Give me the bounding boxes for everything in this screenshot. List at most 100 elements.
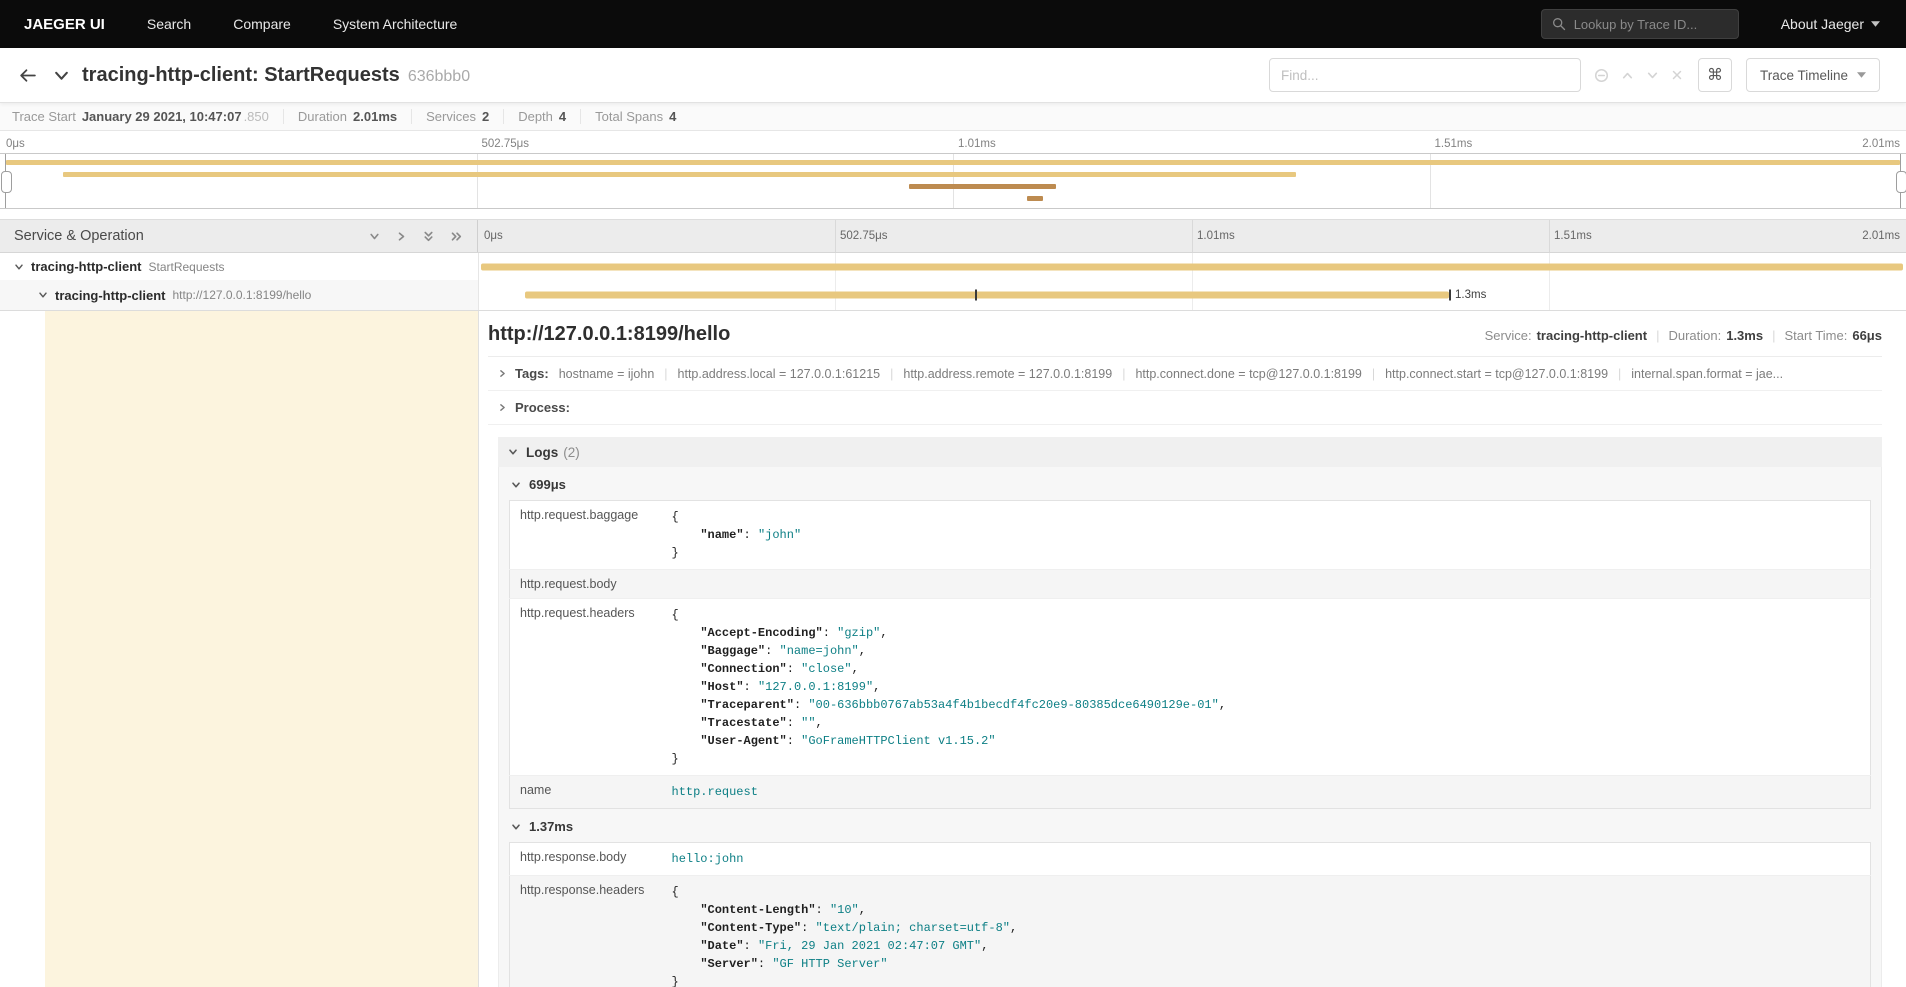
trace-title-text: tracing-http-client: StartRequests [82, 64, 400, 86]
log-timestamp: 1.37ms [529, 819, 573, 834]
tag-summary-item: internal.span.format = jae... [1608, 367, 1783, 381]
log-entry-header[interactable]: 699μs [509, 467, 1871, 500]
kv-value [662, 570, 1871, 599]
kv-row[interactable]: http.response.headers{ "Content-Length":… [510, 876, 1871, 987]
about-jaeger-label: About Jaeger [1781, 16, 1864, 32]
timeline-tick-label: 0μs [484, 230, 503, 242]
log-entry-header[interactable]: 1.37ms [509, 809, 1871, 842]
timeline-tick-label: 1.01ms [1197, 230, 1235, 242]
kv-key: http.response.body [510, 843, 662, 876]
expand-collapse-controls [369, 230, 463, 243]
span-service-name: tracing-http-client [55, 288, 166, 303]
span-track[interactable] [478, 253, 1906, 280]
span-detail-title: http://127.0.0.1:8199/hello [488, 323, 730, 346]
trace-view-label: Trace Timeline [1760, 68, 1848, 83]
trace-id-lookup-input[interactable] [1574, 17, 1728, 32]
service-operation-title: Service & Operation [14, 228, 144, 244]
kv-key: http.request.baggage [510, 501, 662, 570]
timeline-tick-label: 502.75μs [482, 138, 530, 150]
caret-down-icon [1857, 72, 1866, 78]
collapse-trace-detail-toggle[interactable] [44, 58, 78, 92]
timeline-gridline [835, 220, 836, 252]
kv-row[interactable]: http.request.headers{ "Accept-Encoding":… [510, 599, 1871, 776]
kv-row[interactable]: http.request.body [510, 570, 1871, 599]
about-jaeger-menu[interactable]: About Jaeger [1781, 16, 1880, 32]
minimap-right-scrubber[interactable] [1900, 154, 1901, 208]
logs-count: (2) [563, 445, 580, 460]
span-operation-name: http://127.0.0.1:8199/hello [173, 288, 312, 302]
process-label: Process: [515, 400, 570, 415]
trace-page-header: tracing-http-client: StartRequests636bbb… [0, 48, 1906, 103]
kv-key: http.response.headers [510, 876, 662, 987]
focus-matches-icon[interactable] [1594, 68, 1609, 83]
chevron-right-icon [498, 369, 507, 378]
log-marker [1449, 290, 1451, 301]
back-button[interactable] [10, 58, 44, 92]
kv-row[interactable]: http.response.bodyhello:john [510, 843, 1871, 876]
services-stat: Services 2 [412, 109, 504, 124]
timeline-tick-label: 1.51ms [1435, 138, 1473, 150]
span-duration-label: 1.3ms [1455, 289, 1486, 301]
caret-down-icon [1871, 21, 1880, 27]
key-values-table: http.response.bodyhello:johnhttp.respons… [509, 842, 1871, 987]
kv-value: { "name": "john"} [662, 501, 1871, 570]
back-arrow-icon [18, 66, 37, 85]
kv-value: { "Accept-Encoding": "gzip", "Baggage": … [662, 599, 1871, 776]
expand-all-icon[interactable] [450, 231, 463, 242]
span-detail-section: http://127.0.0.1:8199/hello Service:trac… [0, 311, 1906, 987]
minimap-span-bar [6, 160, 1901, 165]
span-name-cell[interactable]: tracing-http-client http://127.0.0.1:819… [0, 280, 478, 310]
log-entry: 699μs http.request.baggage{ "name": "joh… [509, 467, 1871, 809]
duration-stat: Duration 2.01ms [284, 109, 412, 124]
service-operation-header: Service & Operation [0, 220, 478, 252]
kv-row[interactable]: http.request.baggage{ "name": "john"} [510, 501, 1871, 570]
span-bar[interactable] [525, 292, 1449, 299]
find-input[interactable] [1269, 58, 1581, 92]
chevron-down-icon[interactable] [14, 262, 24, 272]
nav-item-search[interactable]: Search [147, 16, 191, 32]
prev-match-icon[interactable] [1621, 69, 1634, 82]
expand-one-icon[interactable] [396, 231, 407, 242]
trace-view-dropdown[interactable]: Trace Timeline [1746, 58, 1880, 92]
tag-summary-item: hostname = ijohn [559, 367, 655, 381]
kv-row[interactable]: namehttp.request [510, 776, 1871, 809]
chevron-down-icon[interactable] [38, 290, 48, 300]
next-match-icon[interactable] [1646, 69, 1659, 82]
span-color-column[interactable] [45, 311, 478, 987]
minimap-canvas[interactable] [0, 153, 1906, 209]
collapse-one-icon[interactable] [369, 231, 380, 242]
tags-label: Tags: [515, 366, 549, 381]
timeline-tick-label: 2.01ms [1862, 230, 1900, 242]
span-name-cell[interactable]: tracing-http-client StartRequests [0, 253, 478, 280]
timeline-tick-header: 0μs 502.75μs 1.01ms 1.51ms 2.01ms [478, 220, 1906, 252]
span-row-startrequests[interactable]: tracing-http-client StartRequests [0, 253, 1906, 280]
trace-minimap: 0μs 502.75μs 1.01ms 1.51ms 2.01ms [0, 131, 1906, 209]
nav-item-system-architecture[interactable]: System Architecture [333, 16, 458, 32]
command-key-icon: ⌘ [1707, 65, 1723, 85]
tags-accordion[interactable]: Tags: hostname = ijohnhttp.address.local… [488, 357, 1882, 391]
meta-separator: | [1647, 328, 1668, 343]
span-detail-header: http://127.0.0.1:8199/hello Service:trac… [488, 323, 1882, 346]
logs-accordion-header[interactable]: Logs (2) [498, 437, 1882, 467]
kv-key: name [510, 776, 662, 809]
tags-summary: hostname = ijohnhttp.address.local = 127… [559, 366, 1783, 381]
depth-stat: Depth 4 [504, 109, 581, 124]
chevron-right-icon [498, 403, 507, 412]
timeline-tick-label: 0μs [6, 138, 25, 150]
minimap-span-bar [909, 184, 1056, 189]
span-row-hello[interactable]: tracing-http-client http://127.0.0.1:819… [0, 280, 1906, 310]
jaeger-logo[interactable]: JAEGER UI [24, 16, 105, 33]
nav-item-compare[interactable]: Compare [233, 16, 291, 32]
process-accordion[interactable]: Process: [488, 391, 1882, 425]
span-bar[interactable] [481, 263, 1903, 270]
logs-body: 699μs http.request.baggage{ "name": "joh… [498, 467, 1882, 987]
minimap-tick-labels: 0μs 502.75μs 1.01ms 1.51ms 2.01ms [0, 131, 1906, 153]
clear-find-icon[interactable] [1671, 69, 1683, 81]
span-track[interactable]: 1.3ms [478, 280, 1906, 310]
chevron-down-icon [53, 67, 70, 84]
trace-id-lookup[interactable] [1541, 9, 1739, 39]
collapse-all-icon[interactable] [423, 230, 434, 243]
log-timestamp: 699μs [529, 477, 566, 492]
kv-value: { "Content-Length": "10", "Content-Type"… [662, 876, 1871, 987]
keyboard-shortcuts-button[interactable]: ⌘ [1698, 58, 1732, 92]
